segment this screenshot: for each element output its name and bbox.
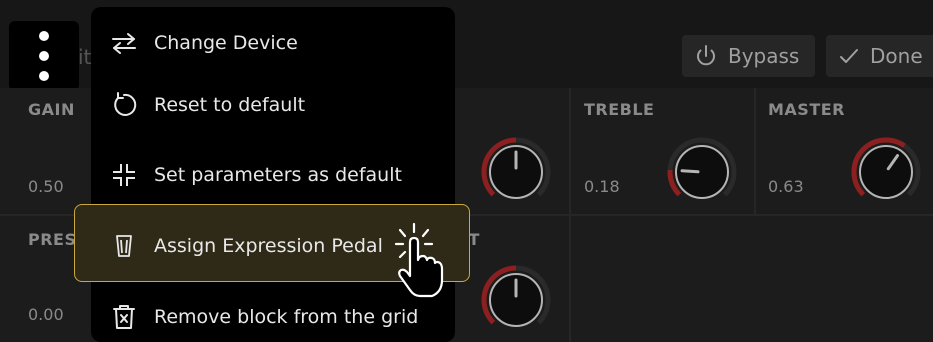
kebab-icon	[39, 31, 49, 81]
swap-arrows-icon	[111, 30, 137, 56]
menu-item-label: Reset to default	[154, 94, 306, 116]
presence-value: 0.00	[28, 305, 64, 324]
menu-item-set-parameters-default[interactable]: Set parameters as default	[91, 147, 455, 203]
done-label: Done	[870, 44, 923, 68]
output-knob[interactable]	[480, 264, 552, 336]
master-knob[interactable]	[850, 136, 922, 208]
master-label: MASTER	[768, 100, 845, 119]
master-value: 0.63	[768, 177, 804, 196]
divider	[754, 88, 756, 214]
menu-item-label: Remove block from the grid	[154, 306, 419, 328]
trash-icon	[111, 304, 137, 330]
menu-item-reset-default[interactable]: Reset to default	[91, 77, 455, 133]
knob-indicator	[680, 169, 700, 174]
gain-value: 0.50	[28, 177, 64, 196]
compress-icon	[111, 162, 137, 188]
more-options-button[interactable]	[9, 21, 79, 91]
gain-label: GAIN	[28, 100, 75, 119]
treble-knob[interactable]	[666, 136, 738, 208]
knob-body	[859, 145, 913, 199]
done-button[interactable]: Done	[826, 35, 933, 77]
block-title: it	[78, 45, 92, 69]
reset-icon	[111, 92, 137, 118]
menu-item-label: Assign Expression Pedal	[154, 235, 383, 257]
gain-knob[interactable]	[480, 136, 552, 208]
menu-item-label: Set parameters as default	[154, 164, 402, 186]
menu-item-change-device[interactable]: Change Device	[91, 15, 455, 71]
treble-label: TREBLE	[584, 100, 655, 119]
power-icon	[697, 45, 715, 66]
bypass-label: Bypass	[728, 44, 800, 68]
expression-pedal-icon	[111, 233, 137, 259]
menu-item-label: Change Device	[154, 32, 298, 54]
treble-value: 0.18	[584, 177, 620, 196]
bypass-button[interactable]: Bypass	[682, 35, 815, 77]
pointer-hand-icon	[394, 222, 444, 298]
check-icon	[840, 49, 858, 63]
